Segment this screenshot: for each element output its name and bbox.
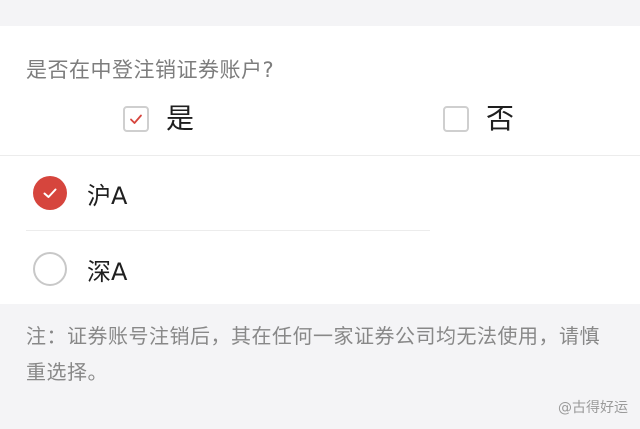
top-band	[0, 0, 640, 26]
account-label-sh-a: 沪A	[87, 181, 128, 210]
account-label-sz-a: 深A	[87, 257, 128, 286]
watermark-text: @古得好运	[558, 400, 628, 416]
check-icon	[43, 188, 57, 198]
account-cancel-card: 是否在中登注销证券账户? 是 否 沪A 深A	[0, 26, 640, 304]
option-yes-label: 是	[166, 102, 195, 135]
option-no-label: 否	[486, 102, 515, 135]
check-icon	[130, 114, 142, 124]
account-item-sh-a[interactable]: 沪A	[0, 160, 640, 226]
radio-sz-a[interactable]	[33, 252, 67, 286]
divider	[26, 230, 430, 231]
radio-sh-a[interactable]	[33, 176, 67, 210]
page: 是否在中登注销证券账户? 是 否 沪A 深A 注：证券账号注销后，其在任何一家证…	[0, 0, 640, 429]
option-no[interactable]: 否	[443, 102, 514, 136]
option-yes[interactable]: 是	[123, 102, 194, 136]
account-item-sz-a[interactable]: 深A	[0, 236, 640, 302]
divider	[0, 155, 640, 156]
note-text: 注：证券账号注销后，其在任何一家证券公司均无法使用，请慎重选择。	[26, 324, 600, 384]
question-text: 是否在中登注销证券账户?	[26, 58, 275, 82]
watermark: @古得好运	[558, 397, 628, 417]
checkbox-yes[interactable]	[123, 106, 149, 132]
checkbox-no[interactable]	[443, 106, 469, 132]
